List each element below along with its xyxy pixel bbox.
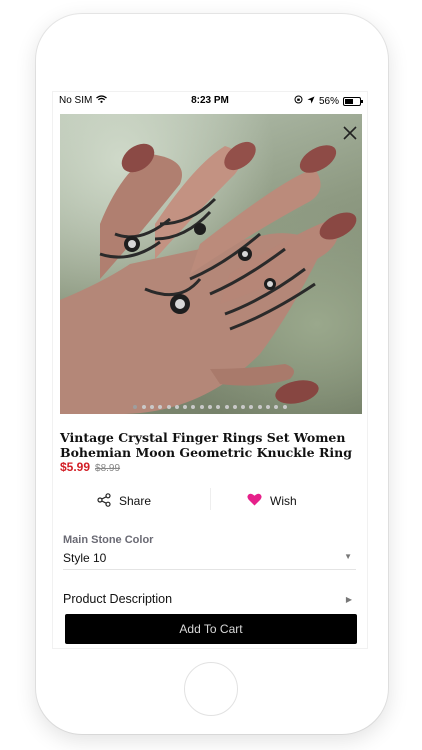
stone-color-select[interactable]: Style 10 ▼ [63,549,356,570]
image-pagination-dots [53,405,367,411]
pagination-dot[interactable] [232,405,237,409]
hand-with-rings-illustration [60,141,357,414]
price-row: $5.99 $8.99 [60,460,120,474]
status-bar: No SIM 8:23 PM 56% [53,92,367,110]
close-icon[interactable] [340,124,360,144]
product-title: Vintage Crystal Finger Rings Set Women B… [60,430,352,460]
pagination-dot[interactable] [183,405,188,409]
pagination-dot[interactable] [274,405,279,409]
pagination-dot[interactable] [216,405,221,409]
location-arrow-icon [307,96,315,107]
current-price: $5.99 [60,460,91,474]
share-label: Share [119,494,152,508]
pagination-dot[interactable] [199,405,204,409]
pagination-dot[interactable] [191,405,196,409]
pagination-dot[interactable] [133,405,138,409]
heart-icon [247,493,262,509]
orientation-lock-icon [294,95,303,107]
action-bar: Share Wish [53,488,367,514]
home-button[interactable] [184,662,238,716]
product-description-label: Product Description [63,592,173,606]
option-label: Main Stone Color [63,534,154,546]
caret-right-icon: ▶ [345,595,352,604]
pagination-dot[interactable] [282,405,287,409]
pagination-dot[interactable] [158,405,163,409]
pagination-dot[interactable] [241,405,246,409]
selected-option: Style 10 [63,551,107,565]
battery-icon [343,96,363,106]
pagination-dot[interactable] [208,405,212,409]
pagination-dot[interactable] [141,405,146,409]
share-button[interactable]: Share [97,488,151,514]
pagination-dot[interactable] [224,405,229,409]
product-image[interactable] [60,114,362,414]
pagination-dot[interactable] [174,405,179,409]
action-divider [210,488,211,510]
pagination-dot[interactable] [166,405,171,409]
wish-label: Wish [270,494,297,508]
product-description-row[interactable]: Product Description ▶ [63,592,356,610]
caret-down-icon: ▼ [344,552,352,561]
share-icon [97,492,111,510]
add-to-cart-button[interactable]: Add To Cart [65,614,357,644]
app-screen: No SIM 8:23 PM 56% Vintage Crystal Finge… [53,92,367,648]
pagination-dot[interactable] [257,405,262,409]
battery-percentage: 56% [318,95,339,107]
original-price: $8.99 [95,463,121,474]
wish-button[interactable]: Wish [247,488,297,514]
pagination-dot[interactable] [266,405,271,409]
pagination-dot[interactable] [249,405,254,409]
pagination-dot[interactable] [149,405,154,409]
